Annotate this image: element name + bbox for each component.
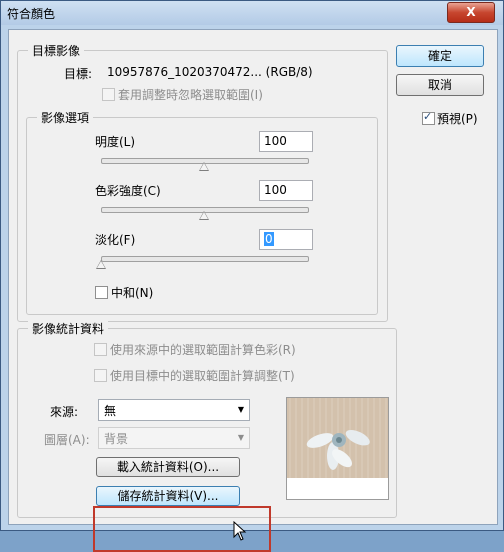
- fade-field[interactable]: 0: [259, 229, 313, 250]
- target-image-legend: 目標影像: [28, 42, 85, 59]
- color-intensity-field[interactable]: 100: [259, 180, 313, 201]
- title-bar[interactable]: 符合顏色 X: [1, 1, 503, 25]
- mouse-pointer-icon: [233, 521, 247, 541]
- luminance-field[interactable]: 100: [259, 131, 313, 152]
- fade-slider-thumb[interactable]: [96, 260, 106, 269]
- target-image-group: 目標影像 目標: 10957876_1020370472... (RGB/8) …: [17, 42, 388, 322]
- save-statistics-button[interactable]: 儲存統計資料(V)...: [96, 486, 240, 506]
- neutralize-label: 中和(N): [111, 286, 154, 300]
- cancel-button[interactable]: 取消: [396, 74, 484, 96]
- target-label: 目標:: [64, 67, 93, 81]
- use-target-selection-label: 使用目標中的選取範圍計算調整(T): [110, 369, 295, 383]
- load-statistics-button[interactable]: 載入統計資料(O)...: [96, 457, 240, 477]
- preview-label: 預視(P): [437, 112, 478, 126]
- luminance-slider-thumb[interactable]: [199, 162, 209, 171]
- fade-slider[interactable]: [101, 256, 309, 262]
- use-source-selection-label: 使用來源中的選取範圍計算色彩(R): [110, 343, 296, 357]
- luminance-label: 明度(L): [95, 135, 136, 149]
- target-value: 10957876_1020370472... (RGB/8): [107, 65, 313, 79]
- fade-label: 淡化(F): [95, 233, 136, 247]
- image-options-legend: 影像選項: [37, 109, 94, 126]
- dialog-body: 確定 取消 預視(P) 目標影像 目標: 10957876_1020370472…: [8, 29, 498, 552]
- close-button[interactable]: X: [447, 2, 495, 23]
- match-color-dialog: 符合顏色 X 確定 取消 預視(P) 目標影像 目標: 10957876_102…: [0, 0, 504, 552]
- ignore-selection-label: 套用調整時忽略選取範圍(I): [118, 88, 263, 102]
- source-label: 來源:: [50, 405, 79, 419]
- thumbnail-image: [287, 398, 388, 499]
- ok-button[interactable]: 確定: [396, 45, 484, 67]
- use-source-selection-checkbox[interactable]: [94, 343, 107, 356]
- source-thumbnail: [286, 397, 389, 500]
- preview-checkbox[interactable]: [422, 110, 435, 125]
- image-statistics-legend: 影像統計資料: [28, 320, 109, 337]
- ignore-selection-checkbox[interactable]: [102, 88, 115, 101]
- chevron-down-icon: ▼: [237, 433, 245, 442]
- close-icon: X: [466, 5, 476, 19]
- use-target-selection-checkbox[interactable]: [94, 369, 107, 382]
- chevron-down-icon: ▼: [237, 405, 245, 414]
- color-intensity-slider-thumb[interactable]: [199, 211, 209, 220]
- layer-dropdown[interactable]: 背景 ▼: [98, 427, 250, 449]
- neutralize-checkbox[interactable]: [95, 286, 108, 299]
- color-intensity-label: 色彩強度(C): [95, 184, 161, 198]
- window-title: 符合顏色: [7, 7, 56, 21]
- source-dropdown[interactable]: 無 ▼: [98, 399, 250, 421]
- layer-label: 圖層(A):: [44, 433, 90, 447]
- image-options-group: 影像選項 明度(L) 100 色彩強度(C) 100 淡化(F) 0 中和(N): [26, 109, 378, 315]
